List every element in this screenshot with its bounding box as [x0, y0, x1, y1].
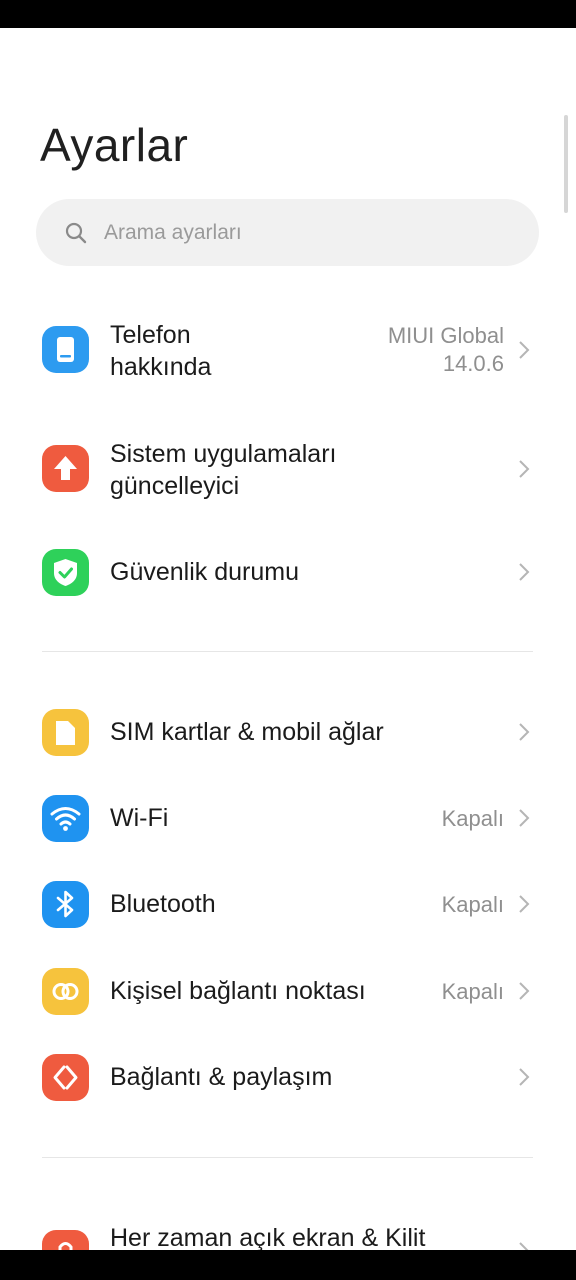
settings-item-value: Kapalı — [441, 892, 504, 917]
settings-item-label: Telefon hakkında — [110, 321, 212, 381]
scrollbar[interactable] — [564, 115, 568, 213]
status-bar — [0, 0, 576, 28]
settings-item-system-app-updater[interactable]: Sistem uygulamaları güncelleyici — [0, 437, 576, 505]
settings-item-label: Bluetooth — [110, 890, 216, 918]
search-bar[interactable]: Arama ayarları — [36, 199, 539, 266]
settings-item-label: Bağlantı & paylaşım — [110, 1063, 333, 1091]
settings-item-value: Kapalı — [441, 979, 504, 1004]
chevron-right-icon — [519, 809, 530, 827]
settings-item-security-status[interactable]: Güvenlik durumu — [0, 548, 576, 598]
settings-item-label: Güvenlik durumu — [110, 558, 299, 586]
settings-item-bluetooth[interactable]: Bluetooth Kapalı — [0, 881, 576, 931]
settings-item-label: Her zaman açık ekran & Kilit — [110, 1224, 426, 1250]
navigation-bar — [0, 1250, 576, 1280]
chevron-right-icon — [519, 982, 530, 1000]
settings-item-sim-cards[interactable]: SIM kartlar & mobil ağlar — [0, 708, 576, 758]
hotspot-icon — [42, 968, 89, 1015]
settings-item-label: SIM kartlar & mobil ağlar — [110, 718, 384, 746]
chevron-right-icon — [519, 723, 530, 741]
chevron-right-icon — [519, 1242, 529, 1250]
chevron-right-icon — [519, 1068, 530, 1086]
shield-check-icon — [42, 549, 89, 596]
settings-item-always-on-display[interactable]: Her zaman açık ekran & Kilit — [0, 1222, 576, 1250]
settings-item-value: MIUI Global 14.0.6 — [387, 323, 504, 376]
chevron-right-icon — [519, 341, 530, 359]
settings-item-label: Kişisel bağlantı noktası — [110, 977, 366, 1005]
search-input[interactable]: Arama ayarları — [104, 221, 242, 245]
lock-icon — [42, 1230, 89, 1250]
section-divider — [42, 1157, 533, 1158]
phone-icon — [42, 326, 89, 373]
upload-arrow-icon — [42, 445, 89, 492]
settings-item-label: Wi-Fi — [110, 804, 169, 832]
chevron-right-icon — [519, 895, 530, 913]
connection-sharing-icon — [42, 1054, 89, 1101]
settings-item-wifi[interactable]: Wi-Fi Kapalı — [0, 795, 576, 845]
sim-card-icon — [42, 709, 89, 756]
chevron-right-icon — [519, 563, 530, 581]
page-title: Ayarlar — [40, 119, 189, 171]
settings-item-value: Kapalı — [441, 806, 504, 831]
settings-item-connection-sharing[interactable]: Bağlantı & paylaşım — [0, 1054, 576, 1104]
chevron-right-icon — [519, 460, 530, 478]
wifi-icon — [42, 795, 89, 842]
settings-item-label: Sistem uygulamaları güncelleyici — [110, 440, 337, 500]
settings-item-about-phone[interactable]: Telefon hakkında MIUI Global 14.0.6 — [0, 318, 576, 386]
settings-item-personal-hotspot[interactable]: Kişisel bağlantı noktası Kapalı — [0, 968, 576, 1018]
bluetooth-icon — [42, 881, 89, 928]
section-divider — [42, 651, 533, 652]
search-icon — [65, 222, 87, 244]
